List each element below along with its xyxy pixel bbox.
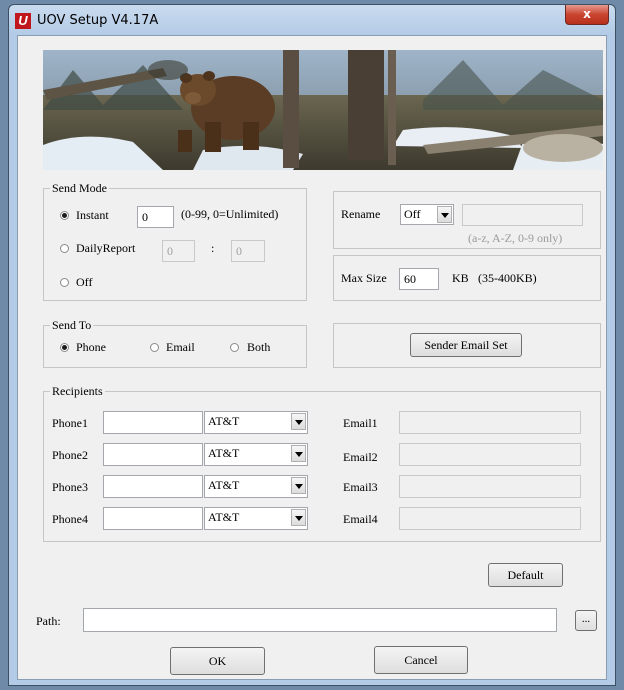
daily-time-separator: : xyxy=(211,241,215,255)
instant-hint: (0-99, 0=Unlimited) xyxy=(181,207,279,221)
email4-label: Email4 xyxy=(343,512,378,526)
banner-image xyxy=(43,50,603,170)
email2-input[interactable] xyxy=(399,443,581,466)
app-logo-icon: U xyxy=(15,13,31,29)
email1-input[interactable] xyxy=(399,411,581,434)
phone3-input[interactable] xyxy=(103,475,203,498)
dialog-client-area: Send Mode Instant 0 (0-99, 0=Unlimited) … xyxy=(17,35,607,680)
send-to-email-radio[interactable] xyxy=(150,343,159,352)
daily-report-radio[interactable] xyxy=(60,244,69,253)
rename-text-input[interactable] xyxy=(462,204,583,226)
cancel-button[interactable]: Cancel xyxy=(374,646,468,674)
phone3-label: Phone3 xyxy=(52,480,88,494)
phone2-input[interactable] xyxy=(103,443,203,466)
max-size-input[interactable]: 60 xyxy=(399,268,439,290)
instant-label: Instant xyxy=(76,208,109,222)
send-to-phone-label: Phone xyxy=(76,340,106,354)
rename-label: Rename xyxy=(341,207,381,221)
email4-input[interactable] xyxy=(399,507,581,530)
max-size-range: (35-400KB) xyxy=(478,271,537,285)
phone1-carrier-value: AT&T xyxy=(208,414,240,428)
rename-dropdown-value: Off xyxy=(404,207,421,221)
path-input[interactable] xyxy=(83,608,557,632)
rename-dropdown[interactable]: Off xyxy=(400,204,454,225)
send-to-both-label: Both xyxy=(247,340,271,354)
max-size-label: Max Size xyxy=(341,271,387,285)
chevron-down-icon[interactable] xyxy=(291,509,306,526)
daily-hour-input[interactable]: 0 xyxy=(162,240,195,262)
phone4-carrier-value: AT&T xyxy=(208,510,240,524)
rename-hint: (a-z, A-Z, 0-9 only) xyxy=(468,231,563,245)
max-size-unit: KB xyxy=(452,271,469,285)
phone4-carrier-dropdown[interactable]: AT&T xyxy=(204,507,308,530)
bear-photo-image xyxy=(43,50,603,170)
ok-button[interactable]: OK xyxy=(170,647,265,675)
phone1-carrier-dropdown[interactable]: AT&T xyxy=(204,411,308,434)
off-radio[interactable] xyxy=(60,278,69,287)
send-to-legend: Send To xyxy=(52,318,92,332)
phone1-label: Phone1 xyxy=(52,416,88,430)
window-title: UOV Setup V4.17A xyxy=(37,13,159,28)
phone3-carrier-dropdown[interactable]: AT&T xyxy=(204,475,308,498)
phone4-input[interactable] xyxy=(103,507,203,530)
browse-button[interactable]: ... xyxy=(575,610,597,631)
close-button[interactable]: x xyxy=(565,5,609,25)
email2-label: Email2 xyxy=(343,450,378,464)
phone1-input[interactable] xyxy=(103,411,203,434)
title-bar[interactable]: U UOV Setup V4.17A x xyxy=(9,5,615,35)
phone3-carrier-value: AT&T xyxy=(208,478,240,492)
daily-minute-input[interactable]: 0 xyxy=(231,240,265,262)
path-label: Path: xyxy=(36,614,61,628)
instant-count-input[interactable]: 0 xyxy=(137,206,174,228)
email3-input[interactable] xyxy=(399,475,581,498)
phone4-label: Phone4 xyxy=(52,512,88,526)
chevron-down-icon[interactable] xyxy=(291,413,306,430)
off-label: Off xyxy=(76,275,93,289)
chevron-down-icon[interactable] xyxy=(437,206,452,223)
chevron-down-icon[interactable] xyxy=(291,477,306,494)
email1-label: Email1 xyxy=(343,416,378,430)
send-mode-legend: Send Mode xyxy=(52,181,107,195)
send-to-both-radio[interactable] xyxy=(230,343,239,352)
sender-email-set-button[interactable]: Sender Email Set xyxy=(410,333,522,357)
recipients-legend: Recipients xyxy=(52,384,103,398)
email3-label: Email3 xyxy=(343,480,378,494)
chevron-down-icon[interactable] xyxy=(291,445,306,462)
phone2-carrier-dropdown[interactable]: AT&T xyxy=(204,443,308,466)
setup-window: U UOV Setup V4.17A x Send Mode Instant 0… xyxy=(8,4,616,686)
default-button[interactable]: Default xyxy=(488,563,563,587)
send-to-phone-radio[interactable] xyxy=(60,343,69,352)
instant-radio[interactable] xyxy=(60,211,69,220)
phone2-label: Phone2 xyxy=(52,448,88,462)
daily-report-label: DailyReport xyxy=(76,241,136,255)
phone2-carrier-value: AT&T xyxy=(208,446,240,460)
send-to-email-label: Email xyxy=(166,340,195,354)
